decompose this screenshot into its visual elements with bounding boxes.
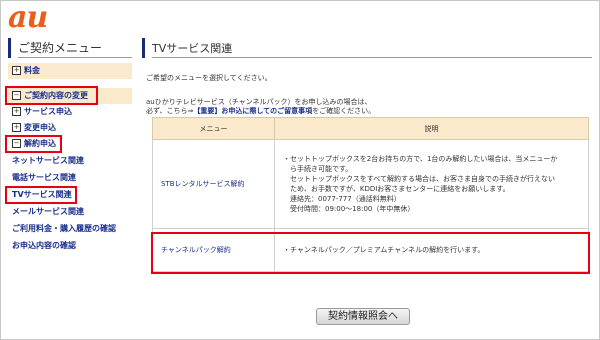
stb-rental-cancel-description: ・セットトップボックスを2台お持ちの方で、1台のみ解約したい場合は、当メニューか… — [274, 139, 589, 229]
sidebar-item-application-check[interactable]: お申込内容の確認 — [8, 238, 132, 254]
collapse-icon: − — [12, 138, 21, 148]
sidebar-item-change-apply[interactable]: + 変更申込 — [8, 120, 132, 136]
expand-icon: + — [12, 122, 21, 132]
intro-text: ご希望のメニューを選択してください。 — [146, 74, 272, 82]
intro-notice-link-line: 必ず、こちら⇒【重要】お申込に際してのご留意事項をご確認ください。 — [146, 107, 376, 115]
table-header-menu: メニュー — [152, 117, 275, 140]
expand-icon: + — [12, 65, 21, 75]
stb-rental-cancel-link[interactable]: STBレンタルサービス解約 — [152, 139, 275, 229]
sidebar-item-contract-change[interactable]: − ご契約内容の変更 — [8, 88, 132, 104]
expand-icon: + — [12, 106, 21, 116]
sidebar-item-billing-history[interactable]: ご利用料金・購入履歴の確認 — [8, 221, 132, 237]
page-title: TVサービス関連 — [142, 38, 592, 58]
sidebar-title: ご契約メニュー — [8, 38, 132, 58]
contract-info-inquiry-button[interactable]: 契約情報照会へ — [316, 308, 410, 325]
channel-pack-cancel-description: ・チャンネルパック／プレミアムチャンネルの解約を行います。 — [274, 228, 589, 272]
sidebar-item-mail-service[interactable]: メールサービス関連 — [8, 204, 132, 220]
table-header-description: 説明 — [274, 117, 589, 140]
au-logo[interactable]: au — [8, 2, 48, 34]
sidebar-item-net-service[interactable]: ネットサービス関連 — [8, 153, 132, 169]
table-row: チャンネルパック解約 ・チャンネルパック／プレミアムチャンネルの解約を行います。 — [152, 228, 589, 272]
menu-table: メニュー 説明 STBレンタルサービス解約 ・セットトップボックスを2台お持ちの… — [152, 117, 589, 272]
sidebar-item-service-apply[interactable]: + サービス申込 — [8, 104, 132, 120]
sidebar-item-phone-service[interactable]: 電話サービス関連 — [8, 170, 132, 186]
channel-pack-cancel-link[interactable]: チャンネルパック解約 — [152, 228, 275, 272]
collapse-icon: − — [12, 90, 21, 100]
sidebar-item-cancel-apply[interactable]: − 解約申込 — [8, 136, 132, 152]
sidebar-item-tv-service[interactable]: TVサービス関連 — [8, 187, 132, 203]
sidebar-item-fees[interactable]: + 料金 — [8, 63, 132, 79]
important-notice-link[interactable]: 【重要】お申込に際してのご留意事項 — [193, 107, 312, 115]
table-row: STBレンタルサービス解約 ・セットトップボックスを2台お持ちの方で、1台のみ解… — [152, 139, 589, 229]
